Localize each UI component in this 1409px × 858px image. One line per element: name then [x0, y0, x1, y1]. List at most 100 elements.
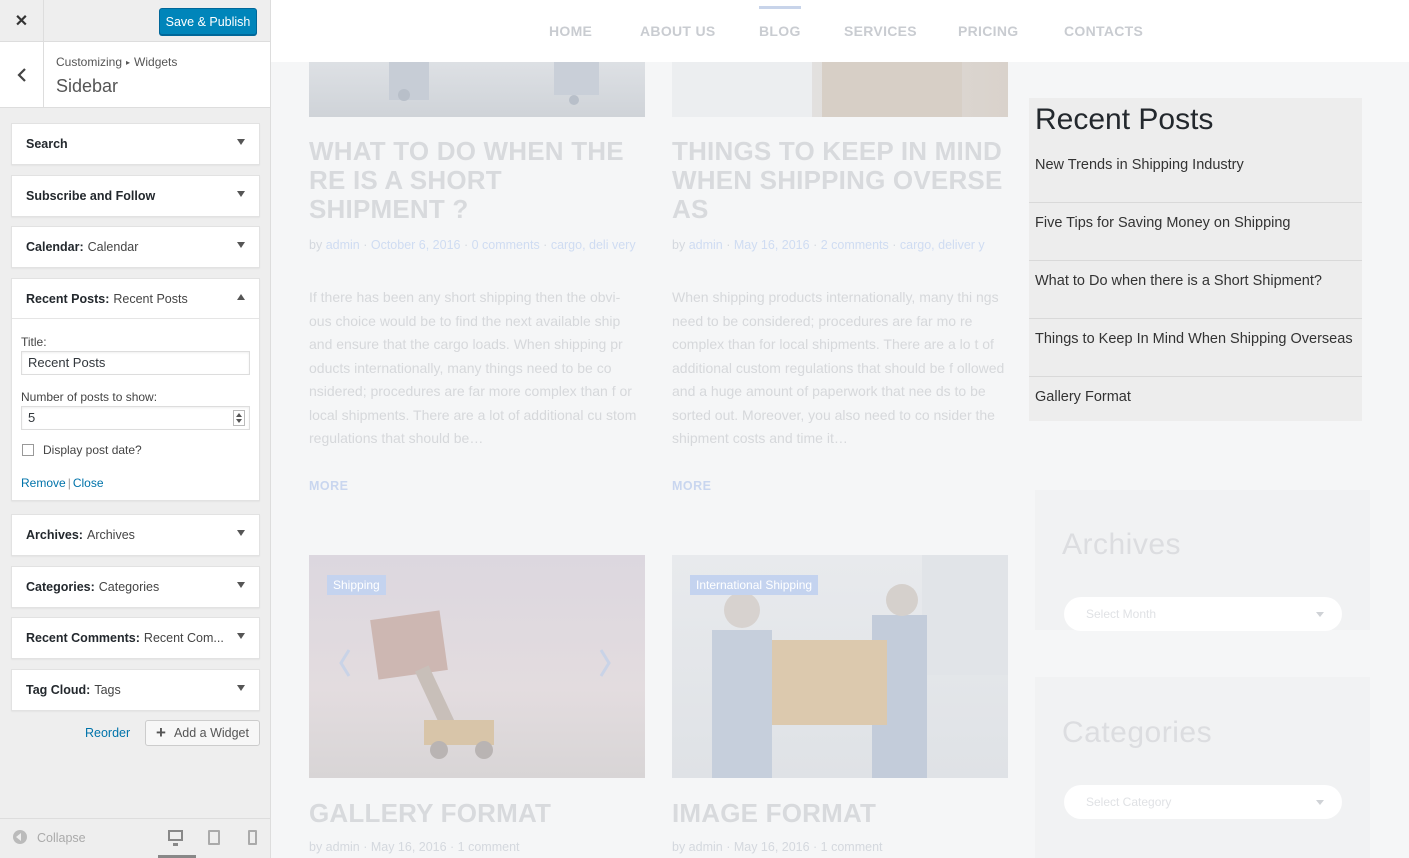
widget-archives: Archives: Archives	[11, 514, 260, 556]
widget-tag-cloud-header[interactable]: Tag Cloud: Tags	[12, 670, 259, 710]
recent-post-item[interactable]: Five Tips for Saving Money on Shipping	[1029, 203, 1362, 261]
post-date-link[interactable]: October 6, 2016	[371, 238, 461, 252]
display-date-checkbox[interactable]	[22, 444, 34, 456]
more-link[interactable]: MORE	[672, 479, 712, 493]
display-date-row: Display post date?	[21, 443, 250, 457]
tablet-preview-icon[interactable]	[208, 830, 220, 845]
widget-categories: Categories: Categories	[11, 566, 260, 608]
widget-archives-header[interactable]: Archives: Archives	[12, 515, 259, 555]
post-meta: by admin · October 6, 2016 · 0 comments …	[309, 238, 636, 252]
categories-select[interactable]: Select Category	[1064, 785, 1342, 819]
recent-posts-title: Recent Posts	[1035, 103, 1214, 136]
category-badge[interactable]: Shipping	[327, 575, 386, 595]
spinner-icon[interactable]	[233, 410, 245, 426]
widget-subscribe-header[interactable]: Subscribe and Follow	[12, 176, 259, 216]
plus-icon: +	[156, 723, 166, 742]
link-separator: |	[67, 476, 71, 490]
post-tags[interactable]: cargo, deli very	[551, 238, 636, 252]
number-input[interactable]: 5	[21, 406, 250, 430]
post-comments-link[interactable]: 2 comments	[821, 238, 889, 252]
expand-arrow-icon[interactable]	[237, 242, 245, 248]
expand-arrow-icon[interactable]	[237, 530, 245, 536]
post-title[interactable]: THINGS TO KEEP IN MIND WHEN SHIPPING OVE…	[672, 137, 1008, 224]
post-image-graphic	[389, 55, 599, 105]
back-arrow-icon[interactable]	[0, 42, 44, 108]
title-input[interactable]: Recent Posts	[21, 351, 250, 375]
nav-blog[interactable]: BLOG	[759, 6, 801, 39]
nav-services[interactable]: SERVICES	[844, 23, 917, 39]
customizer-footer: Collapse	[0, 818, 270, 858]
widget-search-header[interactable]: Search	[12, 124, 259, 164]
widget-recent-posts-header[interactable]: Recent Posts: Recent Posts	[12, 279, 259, 319]
expand-arrow-icon[interactable]	[237, 685, 245, 691]
remove-link[interactable]: Remove	[21, 476, 66, 490]
add-widget-label: Add a Widget	[173, 726, 249, 740]
post-excerpt: When shipping products internationally, …	[672, 289, 1005, 446]
collapse-icon[interactable]	[13, 830, 27, 844]
title-label: Title:	[21, 335, 47, 349]
section-title: Sidebar	[56, 76, 119, 96]
archives-widget: Archives Select Month	[1035, 490, 1370, 631]
display-date-label: Display post date?	[43, 443, 142, 457]
post-image-graphic	[672, 55, 962, 117]
expand-arrow-icon[interactable]	[237, 633, 245, 639]
close-link[interactable]: Close	[73, 476, 104, 490]
post-image[interactable]	[672, 55, 1008, 117]
add-widget-button[interactable]: + Add a Widget	[145, 720, 260, 746]
post-author-link[interactable]: admin	[689, 238, 723, 252]
more-link[interactable]: MORE	[309, 479, 349, 493]
widget-name: Categories	[98, 580, 160, 594]
category-badge[interactable]: International Shipping	[690, 575, 819, 595]
breadcrumb-widgets: Widgets	[134, 55, 178, 69]
nav-home[interactable]: HOME	[549, 23, 592, 39]
nav-contacts[interactable]: CONTACTS	[1064, 23, 1143, 39]
reorder-link[interactable]: Reorder	[85, 726, 130, 740]
widget-type: Calendar:	[26, 240, 84, 254]
number-label: Number of posts to show:	[21, 390, 158, 404]
categories-widget: Categories Select Category	[1035, 677, 1370, 858]
widget-recent-comments-header[interactable]: Recent Comments: Recent Com...	[12, 618, 259, 658]
post-title[interactable]: WHAT TO DO WHEN THE RE IS A SHORT SHIPME…	[309, 137, 645, 224]
widget-name: Calendar	[87, 240, 139, 254]
collapse-arrow-icon[interactable]	[237, 294, 245, 300]
widget-recent-comments: Recent Comments: Recent Com...	[11, 617, 260, 659]
widget-name: Recent Posts	[113, 291, 188, 306]
collapse-button[interactable]: Collapse	[37, 831, 86, 845]
recent-post-item[interactable]: What to Do when there is a Short Shipmen…	[1029, 261, 1362, 319]
widget-type: Categories:	[26, 580, 95, 594]
nav-pricing[interactable]: PRICING	[958, 23, 1018, 39]
save-publish-button[interactable]: Save & Publish	[159, 8, 257, 35]
post-meta: by admin · May 16, 2016 · 2 comments · c…	[672, 238, 985, 252]
post-date-link[interactable]: May 16, 2016	[734, 238, 810, 252]
widget-type: Subscribe and Follow	[26, 189, 156, 203]
archives-select[interactable]: Select Month	[1064, 597, 1342, 631]
widget-name: Recent Com...	[143, 631, 224, 645]
post-title[interactable]: GALLERY FORMAT	[309, 799, 645, 828]
post-author-link[interactable]: admin	[326, 238, 360, 252]
close-icon[interactable]: ✕	[0, 0, 44, 42]
widget-categories-header[interactable]: Categories: Categories	[12, 567, 259, 607]
expand-arrow-icon[interactable]	[237, 191, 245, 197]
post-meta: by admin · May 16, 2016 · 1 comment	[309, 840, 520, 854]
widget-actions: Remove | Close	[21, 476, 250, 490]
widget-subscribe-follow: Subscribe and Follow	[11, 175, 260, 217]
expand-arrow-icon[interactable]	[237, 139, 245, 145]
mobile-preview-icon[interactable]	[248, 830, 257, 845]
desktop-preview-icon[interactable]	[168, 830, 183, 846]
recent-post-item[interactable]: Gallery Format	[1029, 377, 1362, 435]
widget-type: Archives:	[26, 528, 83, 542]
post-image[interactable]	[309, 55, 645, 117]
nav-about-us[interactable]: ABOUT US	[640, 23, 716, 39]
categories-title: Categories	[1062, 716, 1213, 749]
widget-area-actions: Reorder + Add a Widget	[0, 720, 270, 746]
breadcrumb-separator-icon: ▸	[126, 58, 131, 67]
recent-post-item[interactable]: Things to Keep In Mind When Shipping Ove…	[1029, 319, 1362, 377]
breadcrumb-customizing: Customizing	[56, 55, 123, 69]
post-title[interactable]: IMAGE FORMAT	[672, 799, 1008, 828]
post-comments-link[interactable]: 0 comments	[472, 238, 540, 252]
widget-calendar-header[interactable]: Calendar: Calendar	[12, 227, 259, 267]
post-tags[interactable]: cargo, deliver y	[900, 238, 985, 252]
customizer-panel: ✕ Save & Publish Customizing ▸ Widgets Sid…	[0, 0, 271, 858]
recent-post-item[interactable]: New Trends in Shipping Industry	[1029, 145, 1362, 203]
expand-arrow-icon[interactable]	[237, 582, 245, 588]
